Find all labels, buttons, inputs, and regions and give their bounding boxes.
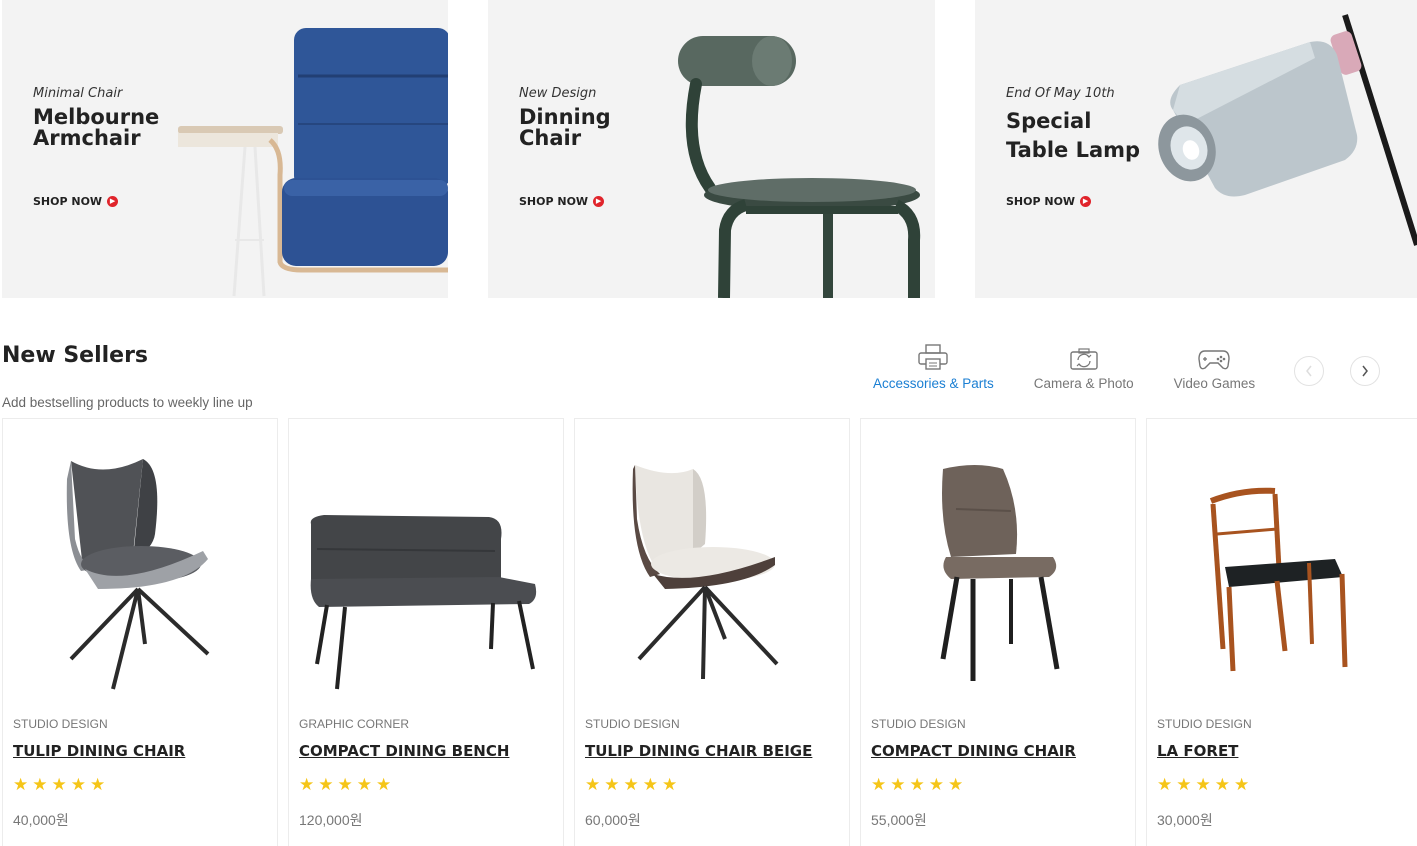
product-card[interactable]: GRAPHIC CORNER COMPACT DINING BENCH ★ ★ ★ ★… [288,418,564,846]
product-image [66,459,210,690]
star-icon: ★ [376,775,392,794]
tab-label: Video Games [1173,376,1256,391]
product-card[interactable]: STUDIO DESIGN COMPACT DINING CHAIR ★ ★ ★ ★ ★… [860,418,1136,846]
carousel-prev-button[interactable] [1294,356,1324,386]
arrow-right-circle-icon: ▶ [107,196,119,207]
shop-now-link[interactable]: SHOP NOW ▶ [519,195,605,208]
product-price: 60,000원 [585,812,641,828]
star-icon: ★ [1234,775,1250,794]
banner-subtitle: End Of May 10th [1006,86,1115,101]
chevron-right-icon [1362,365,1368,377]
star-icon: ★ [1176,775,1192,794]
product-list: STUDIO DESIGN TULIP DINING CHAIR ★ ★ ★ ★ ★ 4… [2,418,1417,846]
product-price: 55,000원 [871,812,927,828]
category-tabs: Accessories & Parts Camera & Photo Video… [860,343,1295,391]
product-name-link[interactable]: COMPACT DINING CHAIR [871,742,1076,760]
star-icon: ★ [337,775,353,794]
product-image [632,465,779,680]
banner-title: Special Table Lamp [1006,109,1141,162]
shop-now-label: SHOP NOW [33,195,103,208]
star-icon: ★ [1214,775,1230,794]
product-name-link[interactable]: LA FORET [1157,742,1238,760]
section-subtitle: Add bestselling products to weekly line … [2,395,253,410]
star-icon: ★ [299,775,315,794]
product-brand: STUDIO DESIGN [585,717,680,731]
banner-title: Melbourne Armchair [33,105,160,150]
star-icon: ★ [909,775,925,794]
star-icon: ★ [1157,775,1173,794]
tab-label: Accessories & Parts [873,376,994,391]
banner-subtitle: New Design [519,86,597,101]
star-icon: ★ [604,775,620,794]
star-icon: ★ [623,775,639,794]
product-card[interactable]: STUDIO DESIGN LA FORET ★ ★ ★ ★ ★ 30,000원 [1146,418,1417,846]
star-icon: ★ [318,775,334,794]
arrow-right-circle-icon: ▶ [1080,196,1092,207]
gamepad-icon [1197,343,1231,371]
tab-camera-photo[interactable]: Camera & Photo [1034,343,1134,391]
product-name-link[interactable]: TULIP DINING CHAIR BEIGE [585,742,812,760]
product-name-link[interactable]: TULIP DINING CHAIR [13,742,185,760]
star-icon: ★ [1195,775,1211,794]
product-rating: ★ ★ ★ ★ ★ [299,776,391,793]
product-card[interactable]: STUDIO DESIGN TULIP DINING CHAIR ★ ★ ★ ★ ★ 4… [2,418,278,846]
shop-now-label: SHOP NOW [1006,195,1076,208]
product-rating: ★ ★ ★ ★ ★ [585,776,677,793]
product-brand: GRAPHIC CORNER [299,717,410,731]
star-icon: ★ [871,775,887,794]
star-icon: ★ [70,775,86,794]
banner-special-table-lamp[interactable]: End Of May 10th Special Table Lamp SHOP … [975,0,1417,298]
product-name-link[interactable]: COMPACT DINING BENCH [299,742,509,760]
tab-accessories-parts[interactable]: Accessories & Parts [873,343,994,391]
arrow-right-circle-icon: ▶ [593,196,605,207]
shop-now-link[interactable]: SHOP NOW ▶ [1006,195,1092,208]
star-icon: ★ [356,775,372,794]
shop-now-link[interactable]: SHOP NOW ▶ [33,195,119,208]
shop-now-label: SHOP NOW [519,195,589,208]
product-price: 120,000원 [299,812,363,828]
star-icon: ★ [90,775,106,794]
tab-video-games[interactable]: Video Games [1173,343,1256,391]
product-card[interactable]: STUDIO DESIGN TULIP DINING CHAIR BEIGE ★… [574,418,850,846]
product-image [310,515,537,690]
carousel-next-button[interactable] [1350,356,1380,386]
product-rating: ★ ★ ★ ★ ★ [1157,776,1249,793]
star-icon: ★ [585,775,601,794]
banner-title: Dinning Chair [519,105,611,150]
product-brand: STUDIO DESIGN [13,717,108,731]
printer-icon [917,343,949,371]
product-price: 30,000원 [1157,812,1213,828]
section-title: New Sellers [2,343,149,368]
star-icon: ★ [662,775,678,794]
banner-dinning-chair[interactable]: New Design Dinning Chair SHOP NOW ▶ [488,0,935,298]
product-image [1209,487,1348,672]
star-icon: ★ [13,775,29,794]
product-brand: STUDIO DESIGN [1157,717,1252,731]
star-icon: ★ [642,775,658,794]
product-rating: ★ ★ ★ ★ ★ [13,776,105,793]
product-price: 40,000원 [13,812,69,828]
product-brand: STUDIO DESIGN [871,717,966,731]
banner-subtitle: Minimal Chair [33,86,123,101]
banner-melbourne-armchair[interactable]: Minimal Chair Melbourne Armchair SHOP NO… [2,0,448,298]
star-icon: ★ [928,775,944,794]
star-icon: ★ [890,775,906,794]
star-icon: ★ [51,775,67,794]
product-image [940,465,1060,681]
product-rating: ★ ★ ★ ★ ★ [871,776,963,793]
star-icon: ★ [948,775,964,794]
chevron-left-icon [1306,365,1312,377]
star-icon: ★ [32,775,48,794]
camera-icon [1069,343,1099,371]
tab-label: Camera & Photo [1033,376,1134,391]
